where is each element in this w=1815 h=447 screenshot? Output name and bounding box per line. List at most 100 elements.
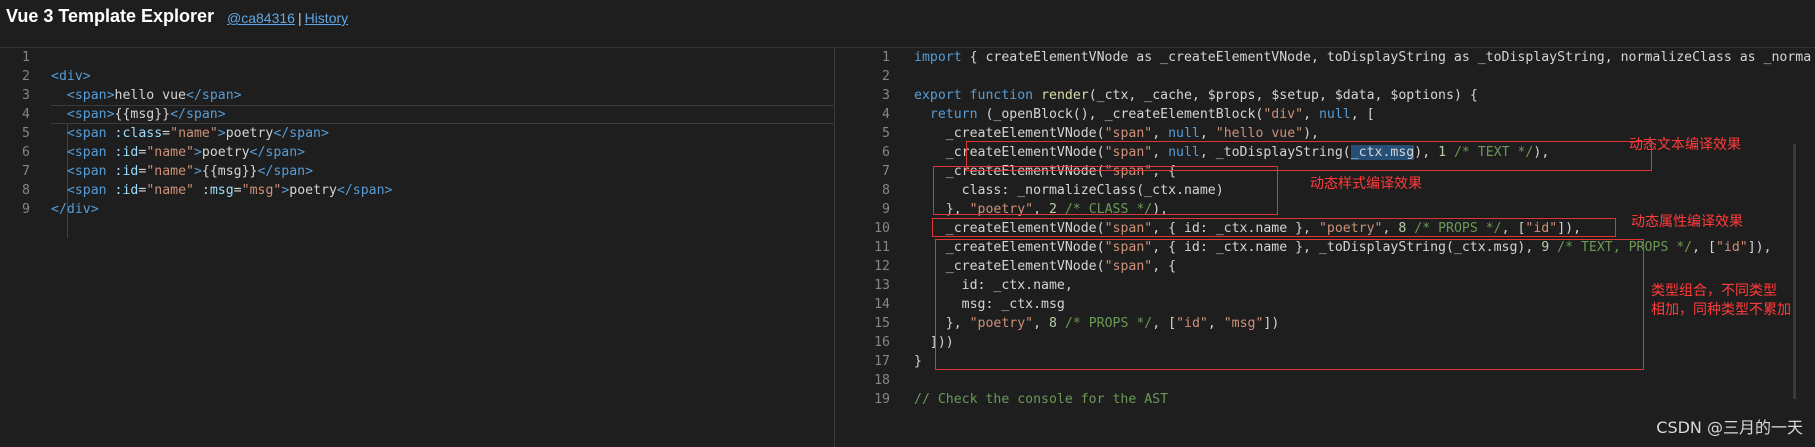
annotation-box-props <box>932 218 1616 237</box>
code-token: _createElementVNode( <box>914 126 1105 141</box>
code-token: </div> <box>51 202 99 217</box>
annotation-props: 动态属性编译效果 <box>1631 214 1743 230</box>
code-line[interactable]: 7 <span :id="name">{{msg}}</span> <box>0 162 834 181</box>
code-token: return <box>929 107 978 122</box>
line-number: 19 <box>874 392 890 407</box>
line-number: 12 <box>874 259 890 274</box>
line-number: 2 <box>882 69 890 84</box>
code-line[interactable]: 8 <span :id="name" :msg="msg">poetry</sp… <box>0 181 834 200</box>
app-header: Vue 3 Template Explorer @ca84316 | History <box>0 0 1815 48</box>
code-text: <span :class="name">poetry</span> <box>51 124 329 143</box>
history-link[interactable]: History <box>305 10 349 26</box>
code-token: } <box>914 354 922 369</box>
code-text: <span :id="name" :msg="msg">poetry</span… <box>51 181 393 200</box>
code-token: </span> <box>249 145 306 160</box>
code-token: , <box>1152 126 1169 141</box>
code-line[interactable]: 9 </div> <box>0 200 834 219</box>
code-token: "span" <box>1104 126 1153 141</box>
code-token: , [ <box>1350 107 1375 122</box>
code-text: return (_openBlock(), _createElementBloc… <box>914 105 1375 124</box>
line-number: 16 <box>874 335 890 350</box>
code-token: > <box>193 145 202 160</box>
code-line[interactable]: 2 <div> <box>0 67 834 86</box>
line-number: 8 <box>22 183 30 198</box>
code-token: > <box>193 164 202 179</box>
code-token: = <box>162 126 171 141</box>
code-token: :id <box>114 145 139 160</box>
code-line[interactable]: 4 <span>{{msg}}</span> <box>0 105 834 124</box>
code-text: <div> <box>51 67 91 86</box>
template-editor[interactable]: 1 2 <div> 3 <span>hello vue</span> 4 <span>{… <box>0 48 835 447</box>
line-number: 7 <box>22 164 30 179</box>
code-text: <span :id="name">{{msg}}</span> <box>51 162 313 181</box>
code-token: <span <box>51 145 115 160</box>
template-code: 1 2 <div> 3 <span>hello vue</span> 4 <span>{… <box>0 48 834 219</box>
line-number: 10 <box>874 221 890 236</box>
commit-link[interactable]: @ca84316 <box>227 10 295 26</box>
code-token: <span <box>51 126 115 141</box>
code-token: export <box>914 88 962 103</box>
code-token: , <box>1303 107 1319 122</box>
code-token: import <box>914 50 962 65</box>
code-token: (_ctx, _cache, $props, $setup, $data, $o… <box>1088 88 1478 103</box>
code-token: "name" <box>170 126 218 141</box>
code-line[interactable]: 4 return (_openBlock(), _createElementBl… <box>835 105 1815 124</box>
code-token: = <box>233 183 242 198</box>
code-line[interactable]: 6 <span :id="name">poetry</span> <box>0 143 834 162</box>
code-token: :id <box>114 164 139 179</box>
code-text: <span>hello vue</span> <box>51 86 242 105</box>
code-token: null <box>1168 126 1200 141</box>
code-line[interactable]: 1 import { createElementVNode as _createE… <box>835 48 1815 67</box>
code-text: </div> <box>51 200 99 219</box>
line-number: 9 <box>882 202 890 217</box>
code-token: <span <box>51 164 115 179</box>
line-number: 11 <box>874 240 890 255</box>
line-number: 7 <box>882 164 890 179</box>
code-token: </span> <box>186 88 242 103</box>
link-separator: | <box>297 10 302 26</box>
code-token: "msg" <box>241 183 282 198</box>
code-token: "name" <box>146 145 194 160</box>
code-line[interactable]: 1 <box>0 48 834 67</box>
code-token: "id" <box>1715 240 1748 255</box>
line-number: 6 <box>882 145 890 160</box>
line-number: 5 <box>882 126 890 141</box>
code-text: <span :id="name">poetry</span> <box>51 143 305 162</box>
line-number: 4 <box>22 107 30 122</box>
code-line[interactable]: 5 <span :class="name">poetry</span> <box>0 124 834 143</box>
annotation-class: 动态样式编译效果 <box>1310 176 1422 192</box>
code-text: <span>{{msg}}</span> <box>51 105 226 124</box>
code-line[interactable]: 18 <box>835 371 1815 390</box>
code-token: :id <box>114 183 139 198</box>
code-line[interactable]: 3 export function render(_ctx, _cache, $p… <box>835 86 1815 105</box>
code-token: "name" <box>146 183 194 198</box>
code-token: render <box>1041 88 1089 103</box>
line-number: 1 <box>882 50 890 65</box>
code-token: <span> <box>51 88 115 103</box>
line-number: 14 <box>874 297 890 312</box>
code-token: <span <box>51 183 115 198</box>
code-token: ), <box>1303 126 1319 141</box>
line-number: 5 <box>22 126 30 141</box>
code-token: </span> <box>336 183 393 198</box>
annotation-combo-line1: 类型组合，不同类型 <box>1651 283 1777 299</box>
code-token: <div> <box>51 69 91 84</box>
code-line[interactable]: 2 <box>835 67 1815 86</box>
line-number: 2 <box>22 69 30 84</box>
code-text: } <box>914 352 922 371</box>
line-number: 8 <box>882 183 890 198</box>
line-number: 15 <box>874 316 890 331</box>
annotation-combo-line2: 相加，同种类型不累加 <box>1651 302 1791 318</box>
line-number: 9 <box>22 202 30 217</box>
code-line[interactable]: 3 <span>hello vue</span> <box>0 86 834 105</box>
header-links: @ca84316 | History <box>227 10 348 26</box>
app-title: Vue 3 Template Explorer <box>6 6 215 26</box>
code-token: "div" <box>1263 107 1304 122</box>
code-token: , <box>1199 126 1216 141</box>
code-line[interactable]: 19 // Check the console for the AST <box>835 390 1815 409</box>
code-token: </span> <box>273 126 329 141</box>
code-token: :class <box>114 126 163 141</box>
